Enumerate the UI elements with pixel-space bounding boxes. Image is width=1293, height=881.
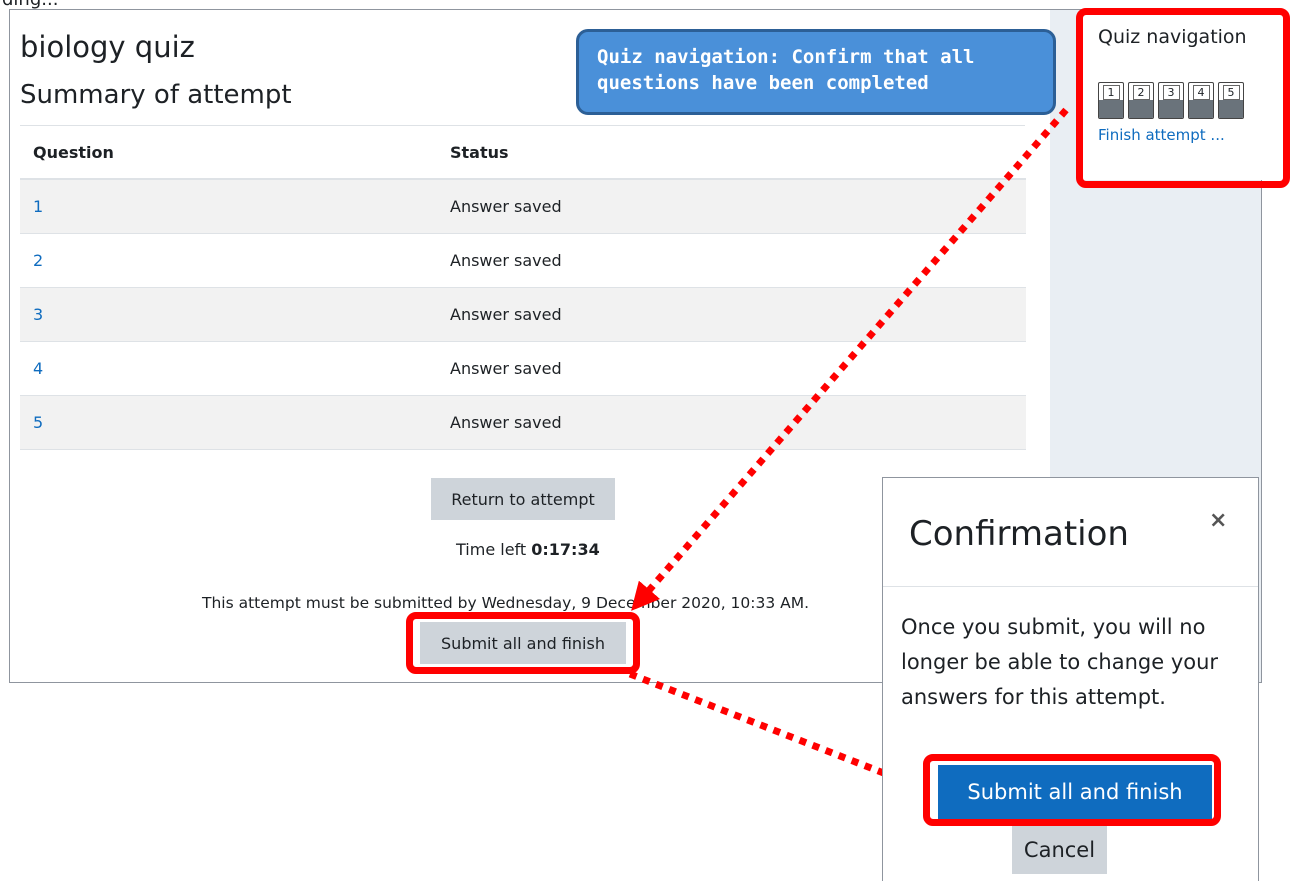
question-status: Answer saved	[450, 359, 562, 378]
quiz-nav-number: 5	[1219, 85, 1243, 100]
submission-deadline: This attempt must be submitted by Wednes…	[202, 594, 810, 612]
quiz-nav-number: 2	[1129, 85, 1153, 100]
question-status: Answer saved	[450, 305, 562, 324]
header-status: Status	[450, 143, 509, 162]
quiz-nav-button-1[interactable]: 1	[1098, 82, 1124, 119]
answered-fill	[1189, 100, 1213, 118]
close-icon[interactable]: ×	[1209, 508, 1227, 533]
table-header-row: Question Status	[20, 126, 1026, 180]
question-link[interactable]: 2	[33, 251, 43, 270]
quiz-nav-number: 3	[1159, 85, 1183, 100]
confirmation-dialog: Confirmation × Once you submit, you will…	[882, 477, 1259, 881]
dialog-message: Once you submit, you will no longer be a…	[901, 615, 1219, 709]
table-row: 2 Answer saved	[20, 234, 1026, 288]
header-question: Question	[33, 143, 114, 162]
arrow-submit-to-modal	[628, 670, 927, 793]
quiz-nav-button-5[interactable]: 5	[1218, 82, 1244, 119]
question-status: Answer saved	[450, 197, 562, 216]
table-row: 5 Answer saved	[20, 396, 1026, 450]
answered-fill	[1099, 100, 1123, 118]
submit-all-button[interactable]: Submit all and finish	[420, 622, 626, 664]
answered-fill	[1129, 100, 1153, 118]
question-link[interactable]: 4	[33, 359, 43, 378]
quiz-navigation-block: Quiz navigation 1 2 3 4 5 Finish attempt…	[1083, 14, 1283, 180]
time-left-value: 0:17:34	[531, 540, 600, 559]
time-left: Time left 0:17:34	[456, 540, 600, 559]
return-to-attempt-button[interactable]: Return to attempt	[431, 478, 615, 520]
cancel-button[interactable]: Cancel	[1012, 826, 1107, 874]
answered-fill	[1219, 100, 1243, 118]
dialog-divider	[883, 586, 1258, 587]
time-left-label: Time left	[456, 540, 527, 559]
quiz-nav-number: 1	[1099, 85, 1123, 100]
quiz-nav-button-3[interactable]: 3	[1158, 82, 1184, 119]
question-link[interactable]: 5	[33, 413, 43, 432]
question-link[interactable]: 1	[33, 197, 43, 216]
table-row: 4 Answer saved	[20, 342, 1026, 396]
summary-title: Summary of attempt	[20, 80, 292, 110]
dialog-title: Confirmation	[909, 514, 1129, 554]
quiz-title: biology quiz	[20, 30, 195, 64]
confirm-submit-button[interactable]: Submit all and finish	[938, 765, 1212, 819]
table-row: 1 Answer saved	[20, 180, 1026, 234]
table-row: 3 Answer saved	[20, 288, 1026, 342]
question-status: Answer saved	[450, 251, 562, 270]
quiz-nav-number: 4	[1189, 85, 1213, 100]
quiz-navigation-title: Quiz navigation	[1098, 26, 1247, 48]
quiz-nav-button-2[interactable]: 2	[1128, 82, 1154, 119]
quiz-nav-button-4[interactable]: 4	[1188, 82, 1214, 119]
question-status: Answer saved	[450, 413, 562, 432]
answered-fill	[1159, 100, 1183, 118]
finish-attempt-link[interactable]: Finish attempt ...	[1098, 126, 1225, 144]
annotation-callout: Quiz navigation: Confirm that all questi…	[576, 29, 1056, 115]
question-link[interactable]: 3	[33, 305, 43, 324]
summary-table: Question Status 1 Answer saved 2 Answer …	[20, 126, 1026, 450]
